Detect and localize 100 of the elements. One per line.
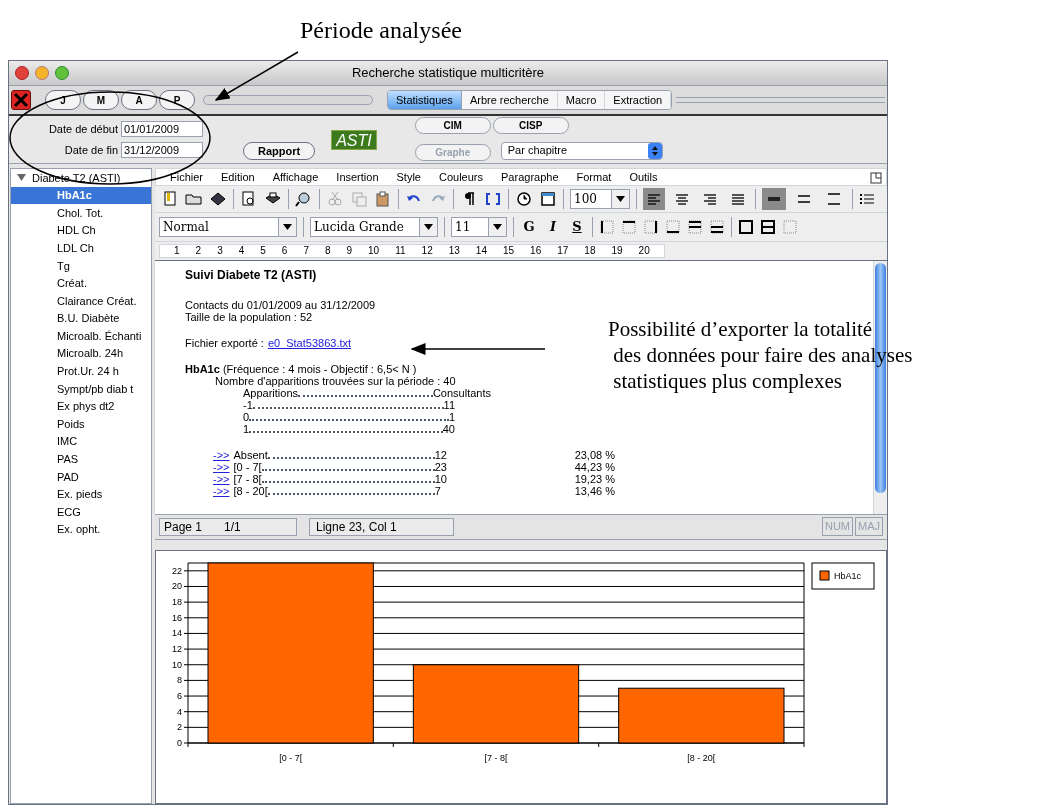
tree-item[interactable]: HbA1c (11, 186, 151, 205)
paste-icon[interactable] (374, 190, 392, 208)
legend-label: HbA1c (834, 570, 861, 581)
period-button[interactable]: J (45, 90, 81, 110)
tree-item[interactable]: Chol. Tot. (11, 204, 151, 222)
font-select[interactable]: Lucida Grande (310, 217, 438, 237)
code-button[interactable]: CISP (492, 116, 569, 134)
zoom-window-button[interactable] (55, 66, 69, 80)
align-left-icon[interactable] (643, 188, 665, 210)
field-label: Date de début (48, 122, 118, 137)
zoom-field[interactable]: 100 (570, 189, 630, 209)
brackets-icon[interactable] (484, 190, 502, 208)
search-icon[interactable] (295, 190, 313, 208)
border-icon[interactable] (643, 219, 659, 235)
menu-item[interactable]: Affichage (272, 168, 319, 186)
line-spacing-icon[interactable] (762, 188, 786, 210)
tree-item[interactable]: ECG (11, 503, 151, 521)
menu-item[interactable]: Edition (221, 168, 255, 186)
tab[interactable]: Statistiques (388, 91, 462, 109)
bold-button[interactable]: G (520, 217, 538, 237)
tree-item[interactable]: Créat. (11, 274, 151, 293)
tree-item[interactable]: Ex. opht. (11, 520, 151, 539)
dropdown-icon[interactable] (278, 218, 296, 236)
underline-button[interactable]: S (568, 217, 586, 237)
key-indicator: NUM (821, 517, 853, 536)
border-icon[interactable] (709, 219, 725, 235)
document-line: Contacts du 01/01/2009 au 31/12/2009 (185, 299, 377, 311)
bullet-list-icon[interactable] (859, 191, 875, 207)
close-window-button[interactable] (15, 66, 29, 80)
menu-item[interactable]: Fichier (170, 168, 203, 186)
border-icon[interactable] (621, 219, 637, 235)
date-field[interactable]: 01/01/2009 (121, 121, 203, 138)
tree-item[interactable]: Ex. pieds (11, 485, 151, 504)
new-document-icon[interactable] (161, 190, 179, 208)
tree-item[interactable]: Microalb. Échanti (11, 327, 151, 345)
menu-item[interactable]: Style (396, 168, 421, 186)
legend-box (811, 562, 875, 589)
rapport-button[interactable]: Rapport (243, 141, 316, 160)
tree-item[interactable]: B.U. Diabète (11, 309, 151, 328)
code-button[interactable]: CIM (414, 116, 491, 134)
menu-item[interactable]: Insertion (336, 168, 379, 186)
menu-item[interactable]: Couleurs (439, 168, 484, 186)
jump-link[interactable]: ->> (213, 473, 230, 485)
document-title: Suivi Diabete T2 (ASTI) (185, 269, 318, 281)
ruler-number: 10 (368, 245, 380, 257)
jump-link[interactable]: ->> (213, 449, 230, 461)
stepper-icon (647, 142, 662, 159)
tree-item[interactable]: LDL Ch (11, 239, 151, 257)
document-line: Nombre d'apparitions trouvées sur la période : 40 (215, 375, 456, 387)
close-icon[interactable] (11, 90, 31, 110)
panel-icon[interactable] (870, 172, 882, 184)
period-button[interactable]: M (83, 90, 119, 110)
tree-item[interactable]: Prot.Ur. 24 h (11, 362, 151, 381)
border-icon[interactable] (599, 219, 615, 235)
menu-item[interactable]: Paragraphe (501, 168, 559, 186)
jump-link[interactable]: ->> (213, 485, 230, 497)
tree-item[interactable]: Ex phys dt2 (11, 397, 151, 416)
tree-item[interactable]: Clairance Créat. (11, 292, 151, 310)
ruler-number: 11 (395, 245, 406, 257)
calendar-icon[interactable] (539, 190, 557, 208)
tree-item[interactable]: Tg (11, 256, 151, 275)
period-button[interactable]: A (121, 90, 157, 110)
box-border-icon[interactable] (760, 219, 776, 235)
menu-item[interactable]: Format (576, 168, 612, 186)
dropdown-icon[interactable] (419, 218, 437, 236)
italic-button[interactable]: I (544, 217, 562, 237)
clock-icon[interactable] (515, 190, 533, 208)
disclosure-icon[interactable] (17, 173, 26, 183)
dropdown-icon[interactable] (611, 190, 629, 208)
ruler-number: 3 (217, 245, 223, 257)
style-select[interactable]: Normal (159, 217, 297, 237)
period-button[interactable]: P (159, 90, 195, 110)
date-field[interactable]: 31/12/2009 (121, 141, 203, 158)
tree-item[interactable]: Sympt/pb diab t (11, 380, 151, 398)
ruler-number: 16 (530, 245, 542, 257)
ruler-number: 12 (421, 245, 433, 257)
table-cell: 19,23 % (574, 473, 615, 485)
table-cell: 13,46 % (574, 485, 615, 497)
tree-item[interactable]: Microalb. 24h (11, 344, 151, 363)
ruler-number: 8 (324, 245, 331, 257)
menu-item[interactable]: Outils (629, 168, 658, 186)
chapter-select[interactable]: Par chapitre (500, 141, 663, 160)
ruler[interactable]: 1 2 3 4 5 6 7 8 9 10 11 12 13 14 15 16 17 18 19 20 (159, 244, 665, 258)
border-icon[interactable] (665, 219, 681, 235)
border-icon[interactable] (687, 219, 703, 235)
tree-item[interactable]: Poids (11, 415, 151, 433)
table-cell: [7 - 8[ (233, 473, 262, 485)
table-cell: [0 - 7[ (233, 461, 262, 473)
tick-label: 6 (177, 690, 182, 701)
minimize-window-button[interactable] (35, 66, 49, 80)
tree-item[interactable]: IMC (11, 432, 151, 451)
tree-item[interactable]: PAD (11, 468, 151, 486)
jump-link[interactable]: ->> (213, 461, 230, 473)
tick-label: 14 (172, 627, 182, 638)
box-border-icon[interactable] (738, 219, 754, 235)
size-select[interactable]: 11 (451, 217, 507, 237)
tree-item[interactable]: HDL Ch (11, 221, 151, 240)
file-link[interactable]: e0_Stat53863.txt (267, 337, 352, 349)
dropdown-icon[interactable] (488, 218, 506, 236)
tree-item[interactable]: PAS (11, 450, 151, 469)
